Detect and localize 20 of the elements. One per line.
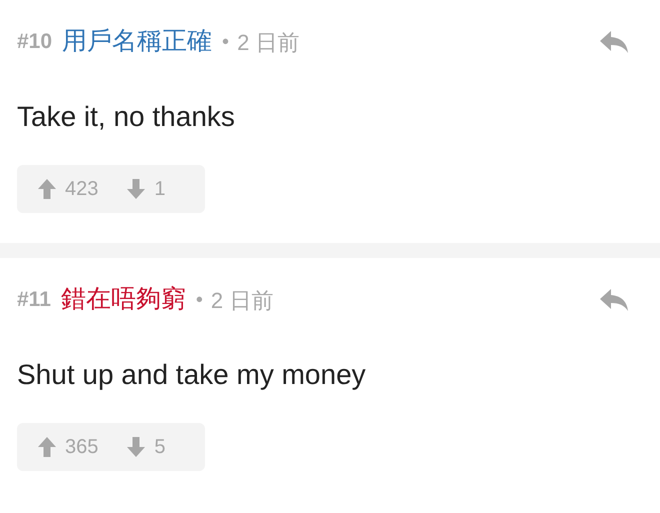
username[interactable]: 用戶名稱正確: [62, 23, 212, 61]
separator-dot: •: [196, 288, 203, 313]
downvote-button[interactable]: 1: [126, 174, 166, 204]
reply-icon[interactable]: [598, 287, 630, 313]
username[interactable]: 錯在唔夠窮: [60, 281, 186, 319]
comment-number: #10: [17, 29, 52, 56]
reply-icon[interactable]: [598, 29, 630, 55]
timestamp: 2 日前: [210, 286, 274, 314]
separator-dot: •: [222, 30, 230, 55]
upvote-button[interactable]: 423: [37, 174, 98, 204]
up-arrow-icon: [37, 178, 57, 200]
down-arrow-icon: [126, 178, 146, 200]
down-arrow-icon: [126, 436, 146, 458]
downvote-button[interactable]: 5: [126, 432, 166, 462]
comment-text: Shut up and take my money: [17, 358, 367, 392]
comment-number: #11: [17, 287, 51, 314]
up-arrow-icon: [37, 436, 57, 458]
comment-text: Take it, no thanks: [17, 100, 236, 134]
upvote-button[interactable]: 365: [37, 432, 98, 462]
timestamp: 2 日前: [237, 28, 300, 56]
